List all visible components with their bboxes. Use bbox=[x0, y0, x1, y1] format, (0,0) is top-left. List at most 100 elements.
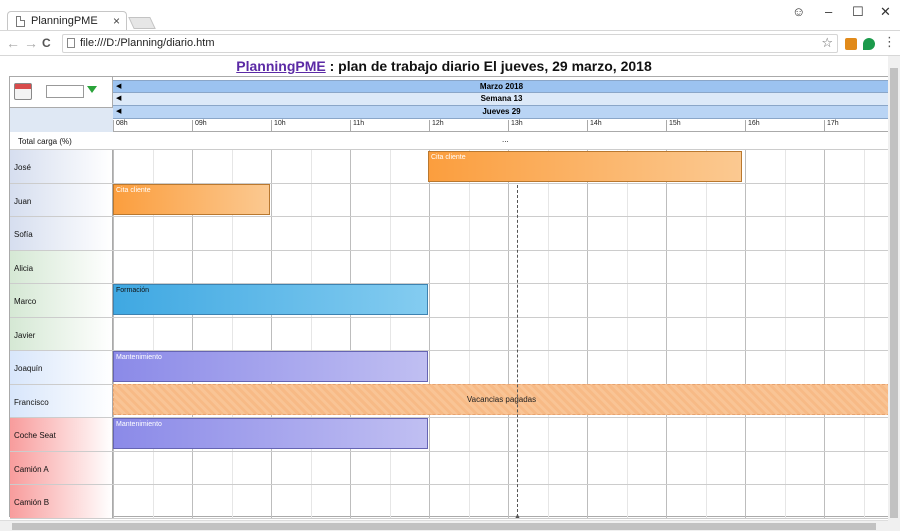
evernote-extension-icon[interactable] bbox=[863, 38, 875, 50]
grid-line bbox=[468, 418, 470, 451]
month-header[interactable]: ◀ Marzo 2018 bbox=[113, 80, 890, 93]
browser-menu-icon[interactable]: ⋮ bbox=[883, 34, 896, 50]
forward-button[interactable]: → bbox=[24, 35, 38, 51]
hour-label: 12h bbox=[429, 120, 444, 132]
grid-line bbox=[863, 284, 865, 317]
resource-label[interactable]: Francisco bbox=[10, 384, 113, 417]
resource-label[interactable]: Coche Seat bbox=[10, 418, 113, 451]
grid-line bbox=[824, 351, 825, 384]
planningpme-link[interactable]: PlanningPME bbox=[236, 58, 325, 74]
resource-label[interactable]: Joaquín bbox=[10, 351, 113, 384]
grid-line bbox=[508, 217, 509, 250]
close-window-button[interactable]: ✕ bbox=[880, 4, 891, 20]
maximize-button[interactable]: ☐ bbox=[852, 4, 864, 20]
grid-line bbox=[508, 351, 509, 384]
grid-line bbox=[468, 217, 470, 250]
task-joaquin-mantenimiento[interactable]: Mantenimiento bbox=[113, 351, 428, 382]
filter-icon[interactable] bbox=[87, 86, 97, 93]
page-title-text: : plan de trabajo diario El jueves, 29 m… bbox=[325, 58, 652, 74]
grid-line bbox=[626, 284, 628, 317]
grid-line bbox=[310, 317, 312, 350]
grid-line bbox=[666, 485, 667, 518]
grid-line bbox=[824, 183, 825, 216]
resource-timeline[interactable] bbox=[113, 451, 890, 484]
task-francisco-vacancias[interactable]: Vacancias pagadas bbox=[113, 384, 890, 415]
grid-line bbox=[626, 351, 628, 384]
vertical-scroll-thumb[interactable] bbox=[890, 68, 898, 518]
grid-line bbox=[784, 451, 786, 484]
minimize-button[interactable]: – bbox=[825, 4, 832, 19]
grid-line bbox=[745, 418, 746, 451]
profile-icon[interactable]: ☺ bbox=[792, 4, 805, 19]
vertical-scrollbar[interactable] bbox=[888, 56, 900, 531]
resource-timeline[interactable] bbox=[113, 485, 890, 518]
grid-line bbox=[824, 451, 825, 484]
grid-line bbox=[350, 317, 351, 350]
grid-line bbox=[587, 217, 588, 250]
resource-timeline[interactable] bbox=[113, 317, 890, 350]
grid-line bbox=[547, 451, 549, 484]
resource-label[interactable]: Camión A bbox=[10, 451, 113, 484]
grid-line bbox=[863, 317, 865, 350]
horizontal-scrollbar[interactable] bbox=[0, 520, 888, 531]
grid-line bbox=[587, 485, 588, 518]
hour-header: 08h 09h 10h 11h 12h 13h 14h 15h 16h 17h bbox=[113, 119, 890, 132]
prev-month-arrow-icon[interactable]: ◀ bbox=[116, 81, 121, 93]
grid-line bbox=[113, 217, 114, 250]
grid-line bbox=[113, 250, 114, 283]
task-coche-mantenimiento[interactable]: Mantenimiento bbox=[113, 418, 428, 449]
resource-label[interactable]: Camión B bbox=[10, 485, 113, 518]
week-header[interactable]: ◀ Semana 13 bbox=[113, 93, 890, 106]
hour-label: 17h bbox=[824, 120, 839, 132]
new-tab-button[interactable] bbox=[128, 17, 156, 29]
resource-label[interactable]: Sofía bbox=[10, 217, 113, 250]
grid-line bbox=[784, 317, 786, 350]
bookmark-star-icon[interactable]: ☆ bbox=[821, 35, 833, 51]
grid-line bbox=[231, 451, 233, 484]
grid-line bbox=[192, 485, 193, 518]
reload-button[interactable]: C bbox=[42, 36, 51, 50]
task-juan-cita-cliente[interactable]: Cita cliente bbox=[113, 184, 270, 215]
resource-label[interactable]: Marco bbox=[10, 284, 113, 317]
resource-row: Sofía bbox=[10, 217, 890, 251]
resource-label[interactable]: José bbox=[10, 150, 113, 183]
horizontal-scroll-thumb[interactable] bbox=[12, 523, 876, 530]
task-jose-cita-cliente[interactable]: Cita cliente bbox=[428, 151, 742, 182]
page-icon bbox=[67, 38, 75, 48]
prev-week-arrow-icon[interactable]: ◀ bbox=[116, 93, 121, 105]
grid-line bbox=[350, 183, 351, 216]
grid-line bbox=[310, 485, 312, 518]
grid-line bbox=[745, 317, 746, 350]
week-label: Semana 13 bbox=[480, 94, 523, 103]
resource-label[interactable]: Javier bbox=[10, 317, 113, 350]
grid-line bbox=[468, 250, 470, 283]
grid-line bbox=[389, 217, 391, 250]
resource-timeline[interactable] bbox=[113, 250, 890, 283]
close-tab-icon[interactable]: × bbox=[113, 14, 120, 28]
browser-tab[interactable]: PlanningPME × bbox=[7, 11, 127, 31]
day-header[interactable]: ◀ Jueves 29 bbox=[113, 106, 890, 119]
resource-row: Javier bbox=[10, 317, 890, 351]
grid-line bbox=[508, 284, 509, 317]
grid-line bbox=[429, 217, 430, 250]
address-bar[interactable]: file:///D:/Planning/diario.htm ☆ bbox=[62, 34, 838, 53]
scroll-up-arrow-icon[interactable]: ▲ bbox=[514, 513, 521, 520]
back-button[interactable]: ← bbox=[6, 35, 20, 51]
resource-label[interactable]: Juan bbox=[10, 183, 113, 216]
resource-label[interactable]: Alicia bbox=[10, 250, 113, 283]
grid-line bbox=[547, 418, 549, 451]
resource-timeline[interactable] bbox=[113, 217, 890, 250]
grid-line bbox=[350, 485, 351, 518]
grid-line bbox=[666, 217, 667, 250]
prev-day-arrow-icon[interactable]: ◀ bbox=[116, 106, 121, 118]
grid-line bbox=[271, 317, 272, 350]
grid-line bbox=[271, 250, 272, 283]
date-input[interactable] bbox=[46, 85, 84, 98]
calendar-icon[interactable] bbox=[14, 83, 32, 100]
extension-icon[interactable] bbox=[845, 38, 857, 50]
grid-line bbox=[587, 317, 588, 350]
grid-line bbox=[666, 250, 667, 283]
grid-line bbox=[152, 150, 154, 183]
grid-line bbox=[666, 351, 667, 384]
task-marco-formacion[interactable]: Formación bbox=[113, 284, 428, 315]
